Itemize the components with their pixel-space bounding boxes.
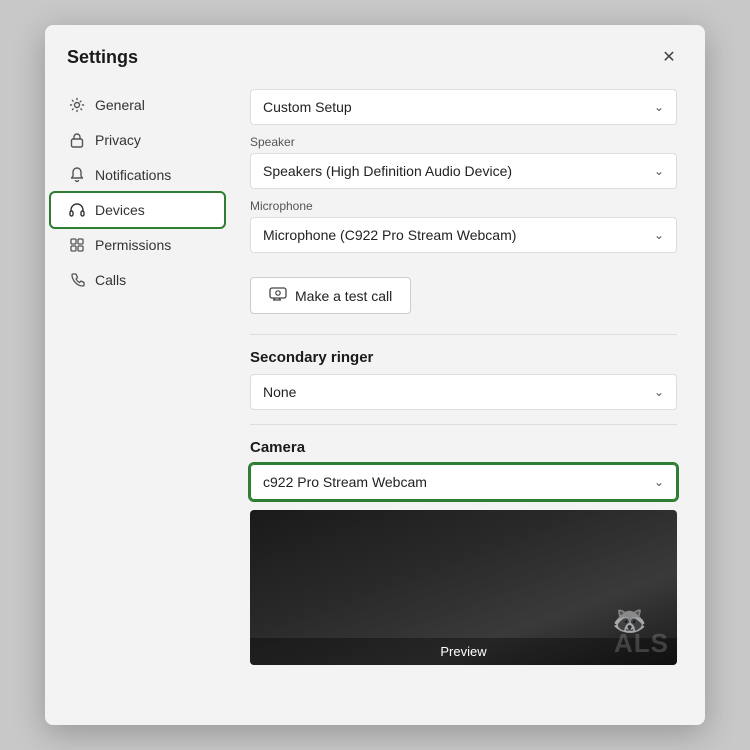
sidebar-item-permissions[interactable]: Permissions <box>51 228 224 262</box>
sidebar-item-general[interactable]: General <box>51 88 224 122</box>
secondary-ringer-dropdown-wrapper: None ⌄ <box>250 374 677 410</box>
speaker-label: Speaker <box>250 135 677 149</box>
main-content: Custom Setup ⌄ Speaker Speakers (High De… <box>230 81 705 725</box>
sidebar-item-privacy[interactable]: Privacy <box>51 123 224 157</box>
chevron-down-icon: ⌄ <box>654 100 664 114</box>
sidebar-item-devices-label: Devices <box>95 202 145 218</box>
sidebar-item-devices[interactable]: Devices <box>51 193 224 227</box>
divider-1 <box>250 334 677 335</box>
setup-dropdown-wrapper: Custom Setup ⌄ <box>250 89 677 125</box>
gear-icon <box>69 97 85 113</box>
camera-dropdown-wrapper: c922 Pro Stream Webcam ⌄ <box>250 464 677 500</box>
sidebar: General Privacy <box>45 81 230 725</box>
grid-icon <box>69 237 85 253</box>
sidebar-item-privacy-label: Privacy <box>95 132 141 148</box>
sidebar-item-notifications[interactable]: Notifications <box>51 158 224 192</box>
sidebar-item-calls-label: Calls <box>95 272 126 288</box>
settings-dialog: Settings ✕ General <box>45 25 705 725</box>
chevron-down-icon: ⌄ <box>654 228 664 242</box>
chevron-down-icon: ⌄ <box>654 475 664 489</box>
dialog-title: Settings <box>67 47 138 68</box>
test-call-icon <box>269 287 287 304</box>
close-button[interactable]: ✕ <box>655 43 683 71</box>
speaker-dropdown[interactable]: Speakers (High Definition Audio Device) … <box>250 153 677 189</box>
dialog-header: Settings ✕ <box>45 25 705 81</box>
camera-title: Camera <box>250 439 677 456</box>
bell-icon <box>69 167 85 183</box>
sidebar-item-permissions-label: Permissions <box>95 237 171 253</box>
divider-2 <box>250 424 677 425</box>
microphone-label: Microphone <box>250 199 677 213</box>
camera-dropdown[interactable]: c922 Pro Stream Webcam ⌄ <box>250 464 677 500</box>
speaker-dropdown-wrapper: Speaker Speakers (High Definition Audio … <box>250 135 677 189</box>
secondary-ringer-title: Secondary ringer <box>250 349 677 366</box>
sidebar-item-notifications-label: Notifications <box>95 167 171 183</box>
dialog-body: General Privacy <box>45 81 705 725</box>
test-call-button[interactable]: Make a test call <box>250 277 411 314</box>
setup-dropdown[interactable]: Custom Setup ⌄ <box>250 89 677 125</box>
lock-icon <box>69 132 85 148</box>
phone-icon <box>69 272 85 288</box>
sidebar-item-general-label: General <box>95 97 145 113</box>
preview-label: Preview <box>250 638 677 665</box>
headset-icon <box>69 202 85 218</box>
microphone-dropdown[interactable]: Microphone (C922 Pro Stream Webcam) ⌄ <box>250 217 677 253</box>
sidebar-item-calls[interactable]: Calls <box>51 263 224 297</box>
secondary-ringer-dropdown[interactable]: None ⌄ <box>250 374 677 410</box>
chevron-down-icon: ⌄ <box>654 385 664 399</box>
microphone-dropdown-wrapper: Microphone Microphone (C922 Pro Stream W… <box>250 199 677 253</box>
camera-preview: 🦝 Preview ALS <box>250 510 677 665</box>
chevron-down-icon: ⌄ <box>654 164 664 178</box>
camera-overlay-icon: 🦝 <box>612 604 647 637</box>
